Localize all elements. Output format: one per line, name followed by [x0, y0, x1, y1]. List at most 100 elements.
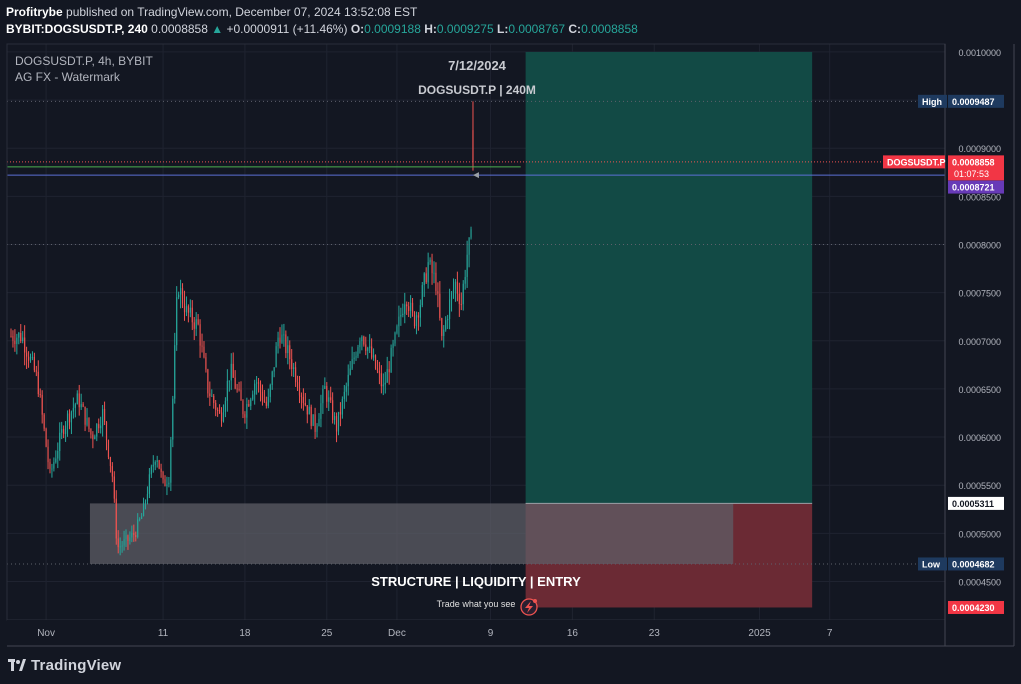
candle-body: [261, 391, 264, 401]
candle-body: [390, 347, 392, 373]
candle-body: [90, 428, 92, 435]
candle-body: [363, 336, 365, 345]
candle-body: [427, 262, 429, 283]
candle-body: [335, 416, 338, 432]
candle-body: [337, 411, 340, 432]
candle-body: [328, 397, 330, 402]
candle-body: [66, 413, 69, 426]
candle-body: [330, 397, 332, 401]
candle-body: [170, 439, 172, 483]
candle-body: [174, 345, 176, 399]
time-tick-label: 2025: [748, 628, 771, 639]
candle-body: [466, 254, 468, 278]
candle-body: [141, 516, 143, 519]
candle-body: [435, 272, 437, 292]
candle-body: [201, 345, 203, 347]
candle-body: [259, 383, 262, 392]
candle-body: [22, 337, 24, 341]
candle-body: [45, 428, 47, 447]
time-tick-label: 11: [158, 628, 169, 639]
low-label-tag: Low: [918, 557, 947, 571]
candle-body: [349, 368, 351, 375]
candle-body: [347, 374, 349, 387]
candle-body: [125, 535, 127, 540]
price-chart[interactable]: 0.00100000.00095000.00090000.00085000.00…: [0, 0, 1021, 684]
candle-body: [78, 393, 80, 408]
candle-body: [240, 389, 242, 401]
candle-body: [197, 319, 199, 325]
candle-body: [183, 303, 186, 313]
legend-symbol[interactable]: DOGSUSDT.P, 4h, BYBIT: [15, 54, 153, 68]
candle-body: [230, 363, 232, 381]
legend-indicator[interactable]: AG FX - Watermark: [15, 70, 121, 84]
candle-body: [271, 371, 273, 385]
candle-body: [131, 532, 133, 538]
candle-body: [263, 400, 265, 402]
time-tick-label: 9: [488, 628, 494, 639]
candle-body: [441, 318, 443, 336]
time-tick-label: 25: [321, 628, 333, 639]
candle-body: [339, 411, 342, 415]
candle-body: [316, 426, 318, 432]
candle-body: [281, 334, 283, 343]
candle-body: [357, 347, 359, 357]
candle-body: [164, 479, 166, 487]
candle-body: [372, 355, 375, 358]
symbol-tag: DOGSUSDT.P: [883, 155, 946, 169]
candle-body: [148, 474, 150, 494]
candle-body: [351, 359, 353, 369]
candle-body: [217, 409, 219, 411]
price-tick-label: 0.0007500: [958, 289, 1001, 299]
candle-body: [107, 440, 110, 458]
candle-body: [250, 399, 252, 407]
candle-body: [359, 341, 361, 348]
candle-body: [111, 466, 113, 477]
candle-body: [265, 401, 267, 406]
candle-body: [115, 498, 117, 539]
candle-body: [59, 432, 61, 451]
candle-body: [289, 345, 291, 360]
high-label-tag: High: [918, 94, 947, 108]
candle-body: [458, 293, 460, 304]
candle-body: [80, 404, 82, 408]
candle-body: [29, 357, 32, 361]
candle-body: [218, 409, 221, 413]
time-tick-label: 16: [567, 628, 579, 639]
candle-body: [384, 382, 386, 385]
candle-body: [433, 272, 435, 274]
candle-body: [460, 303, 462, 305]
candle-body: [127, 535, 129, 541]
candle-body: [121, 545, 123, 547]
candle-body: [119, 546, 121, 548]
price-tick-label: 0.0004500: [958, 577, 1001, 587]
candle-body: [168, 482, 170, 485]
candle-body: [431, 259, 433, 274]
candle-body: [449, 299, 451, 319]
candle-body: [394, 332, 396, 344]
candle-body: [417, 315, 419, 318]
candle-body: [470, 229, 472, 238]
candle-body: [341, 398, 343, 415]
candle-body: [98, 424, 100, 429]
candle-body: [296, 382, 299, 389]
candle-body: [33, 356, 35, 371]
candle-body: [113, 476, 115, 499]
candle-body: [388, 369, 390, 373]
countdown-text: 01:07:53: [954, 169, 989, 179]
price-tick-label: 0.0008500: [958, 192, 1001, 202]
time-axis[interactable]: [7, 620, 945, 646]
candle-body: [369, 346, 371, 348]
candle-body: [400, 315, 402, 317]
candle-body: [142, 502, 145, 517]
tradingview-logo[interactable]: TradingView: [8, 657, 121, 674]
candle-body: [37, 371, 39, 395]
candle-body: [238, 389, 240, 391]
candle-body: [374, 355, 377, 369]
candle-body: [152, 464, 154, 467]
candle-body: [232, 363, 234, 378]
candle-body: [285, 334, 287, 354]
candle-body: [26, 352, 28, 357]
candle-body: [376, 368, 379, 371]
candle-body: [41, 394, 43, 415]
candle-body: [273, 367, 275, 372]
